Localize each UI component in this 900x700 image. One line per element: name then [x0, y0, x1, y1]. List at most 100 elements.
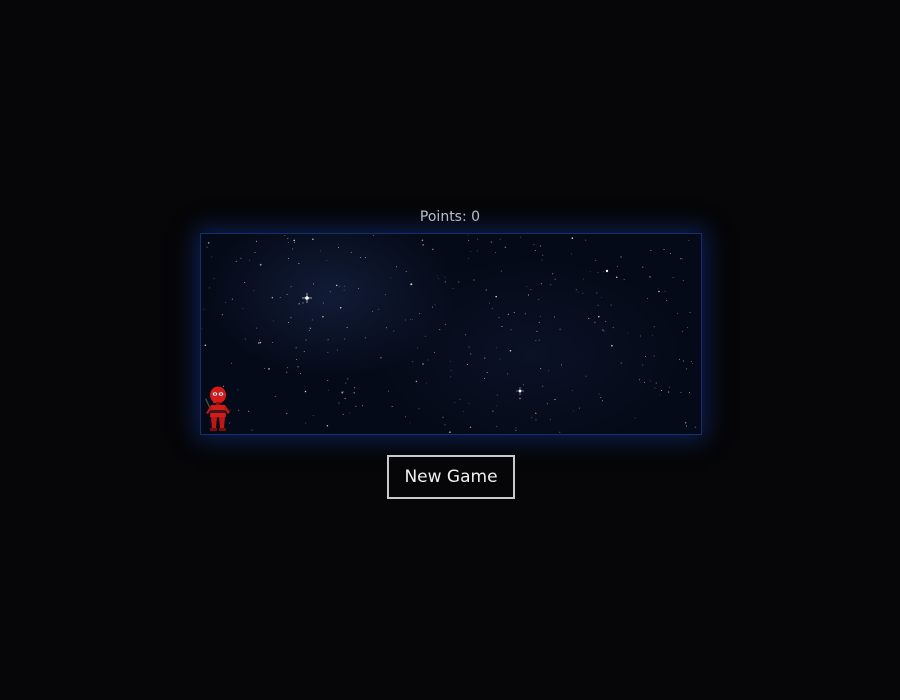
star [519, 397, 521, 400]
star [344, 398, 346, 399]
star [405, 319, 406, 321]
star [422, 244, 424, 246]
star [417, 347, 419, 349]
star [380, 356, 382, 359]
star [329, 291, 331, 293]
star [658, 290, 660, 293]
star [422, 363, 424, 365]
star [560, 364, 562, 366]
star [654, 387, 656, 389]
star [534, 250, 536, 252]
star [279, 297, 281, 299]
star [538, 299, 540, 300]
star [485, 289, 488, 291]
star [616, 265, 618, 267]
star [286, 413, 288, 415]
star [442, 416, 444, 418]
star [594, 321, 596, 323]
star [326, 260, 328, 262]
star [326, 425, 329, 427]
star [452, 288, 454, 289]
star [338, 402, 340, 404]
star [287, 242, 289, 244]
star [463, 410, 465, 412]
star [286, 367, 288, 369]
star [444, 276, 446, 278]
star [585, 375, 587, 377]
star [507, 313, 510, 316]
star [300, 373, 302, 374]
star [536, 331, 538, 333]
star [467, 364, 469, 366]
star [489, 302, 490, 304]
star [620, 256, 622, 258]
star [691, 360, 692, 362]
star [355, 405, 357, 407]
star [344, 338, 346, 340]
star [610, 304, 612, 306]
star [235, 260, 237, 262]
star [208, 287, 210, 289]
game-stage: Points: 0 New Game [0, 0, 900, 700]
star [691, 363, 693, 365]
star [498, 317, 500, 318]
star [450, 370, 452, 371]
star [650, 249, 652, 251]
star [554, 398, 556, 400]
star [577, 291, 579, 293]
new-game-button[interactable]: New Game [387, 455, 515, 499]
star [540, 368, 542, 370]
star [603, 330, 605, 332]
star [336, 349, 338, 351]
star [201, 328, 203, 330]
star [344, 285, 346, 287]
star [496, 394, 498, 396]
score-display: Points: 0 [0, 208, 900, 226]
game-board[interactable] [200, 233, 702, 435]
star [302, 302, 304, 304]
star [432, 248, 434, 251]
star [647, 298, 648, 299]
star [540, 245, 541, 247]
star [449, 360, 451, 362]
star [634, 417, 636, 419]
star [468, 346, 470, 348]
star [638, 379, 640, 381]
star [663, 249, 665, 251]
star [342, 414, 344, 416]
starfield [201, 234, 697, 433]
star [353, 391, 355, 394]
star [335, 284, 338, 287]
star [501, 326, 503, 328]
star [419, 313, 421, 314]
star [645, 355, 646, 357]
star [343, 289, 345, 291]
star [290, 317, 292, 319]
star [477, 250, 478, 252]
star [251, 429, 253, 431]
star [362, 405, 364, 407]
star [541, 259, 543, 261]
star [549, 419, 551, 420]
star [313, 283, 314, 285]
star [322, 316, 324, 318]
star [694, 426, 697, 428]
star [495, 347, 497, 349]
star [495, 295, 497, 298]
star [353, 387, 355, 389]
star [319, 250, 321, 252]
star [268, 368, 270, 370]
star [668, 386, 670, 388]
player-character [205, 386, 230, 431]
star [554, 316, 555, 318]
star [248, 259, 250, 261]
star [207, 242, 210, 244]
star [515, 429, 517, 431]
star [272, 342, 273, 344]
star [459, 398, 461, 400]
star [642, 266, 644, 268]
bright-star [302, 293, 312, 303]
star [672, 276, 674, 278]
star [477, 238, 479, 240]
star [203, 308, 205, 310]
